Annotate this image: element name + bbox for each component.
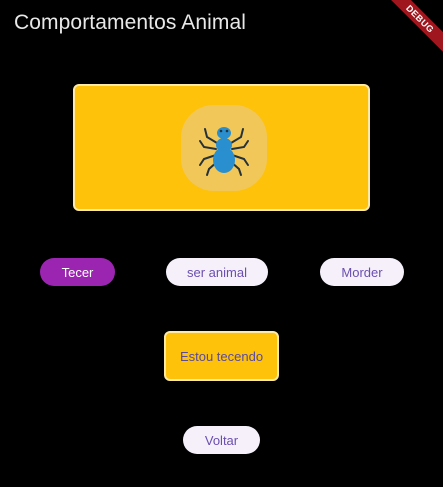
morder-button[interactable]: Morder (320, 258, 404, 286)
status-card: Estou tecendo (164, 331, 279, 381)
animal-image-card (73, 84, 370, 211)
debug-banner-label: DEBUG (383, 0, 443, 56)
spider-icon (199, 127, 249, 176)
debug-banner: DEBUG (383, 0, 443, 60)
status-text: Estou tecendo (179, 348, 264, 364)
tecer-button[interactable]: Tecer (40, 258, 115, 286)
page-title: Comportamentos Animal (14, 11, 247, 34)
ser-animal-button[interactable]: ser animal (166, 258, 268, 286)
back-button[interactable]: Voltar (183, 426, 260, 454)
